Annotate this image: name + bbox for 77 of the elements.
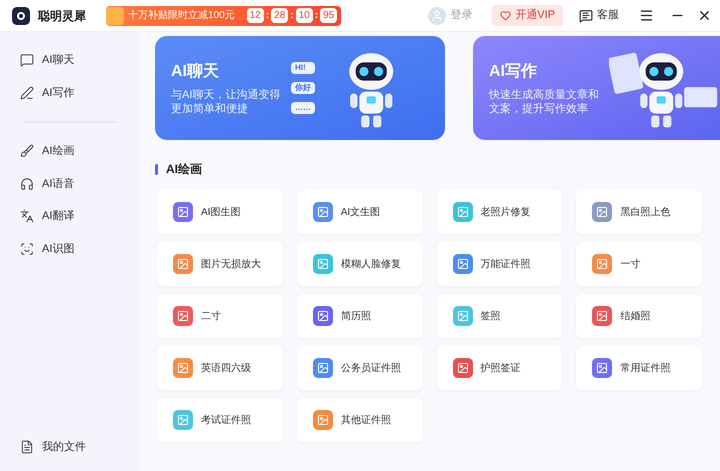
speech-bubble: 你好 <box>291 82 315 94</box>
banner-title: AI聊天 <box>171 62 220 82</box>
tool-label: 简历照 <box>340 310 371 324</box>
countdown-digit: 10 <box>296 8 313 23</box>
tool-card[interactable]: 其他证件照 <box>296 398 422 442</box>
tool-label: 万能证件照 <box>480 258 530 272</box>
sidebar-item[interactable]: AI翻译 <box>42 208 74 224</box>
countdown-separator: : <box>314 9 318 23</box>
banner-title: AI写作 <box>489 62 538 82</box>
face-scan-icon <box>20 242 34 256</box>
tool-card[interactable]: AI文生图 <box>296 190 422 234</box>
chat-bubble-icon[interactable] <box>579 8 593 22</box>
heart-icon <box>500 10 512 21</box>
speech-bubble: HI! <box>291 62 315 74</box>
tool-card[interactable]: 图片无损放大 <box>157 242 283 286</box>
tool-card[interactable]: 公务员证件照 <box>296 346 422 390</box>
sidebar-item[interactable]: AI识图 <box>42 240 74 257</box>
tool-label: 黑白照上色 <box>620 206 670 220</box>
countdown-separator: : <box>290 9 294 23</box>
close-icon[interactable] <box>697 8 712 23</box>
tool-card[interactable]: 常用证件照 <box>576 346 702 390</box>
headphones-icon <box>20 176 34 191</box>
tool-card[interactable]: 英语四六级 <box>157 346 283 390</box>
sidebar-item[interactable]: AI绘画 <box>42 143 74 160</box>
banner-description: 与AI聊天，让沟通变得更加简单和便捷 <box>171 88 282 116</box>
tool-label: 图片无损放大 <box>201 258 261 272</box>
feature-banner[interactable]: AI聊天 与AI聊天，让沟通变得更加简单和便捷 HI! 你好 …… <box>155 36 445 140</box>
tool-card[interactable]: 结婚照 <box>576 294 702 338</box>
tool-card[interactable]: 老照片修复 <box>436 190 562 234</box>
tool-label: AI文生图 <box>340 206 380 220</box>
countdown-digit: 12 <box>246 8 264 23</box>
tool-card[interactable]: 签照 <box>436 294 562 338</box>
tool-label: 常用证件照 <box>620 362 670 376</box>
file-icon <box>20 440 34 454</box>
tool-card[interactable]: 一寸 <box>576 242 702 286</box>
countdown-digit: 28 <box>271 8 288 23</box>
sidebar-item[interactable]: AI聊天 <box>42 52 74 68</box>
avatar-icon <box>428 6 446 24</box>
tool-label: 考试证件照 <box>201 414 251 428</box>
sidebar-item[interactable]: AI写作 <box>42 84 74 101</box>
tool-label: 英语四六级 <box>201 362 251 376</box>
tool-label: 签照 <box>480 310 500 324</box>
tool-label: 二寸 <box>201 310 221 324</box>
tool-card[interactable]: 简历照 <box>296 294 422 338</box>
brush-icon <box>20 144 34 158</box>
section-title: AI绘画 <box>166 161 202 178</box>
sidebar-item[interactable]: AI语音 <box>42 176 74 192</box>
tool-label: AI图生图 <box>201 206 240 220</box>
service-link[interactable]: 客服 <box>597 7 619 24</box>
tool-card[interactable]: AI图生图 <box>157 190 283 234</box>
speech-bubble: …… <box>291 102 315 114</box>
menu-icon[interactable] <box>639 8 654 23</box>
tool-card[interactable]: 万能证件照 <box>436 242 562 286</box>
app-name: 聪明灵犀 <box>38 8 86 24</box>
tool-label: 老照片修复 <box>480 206 530 220</box>
tool-card[interactable]: 护照签证 <box>436 346 562 390</box>
app-logo-icon <box>12 6 30 24</box>
tool-label: 公务员证件照 <box>340 362 401 376</box>
promo-text: 十万补贴限时立减100元 <box>128 8 235 23</box>
pen-icon <box>20 86 34 100</box>
chat-bubble-icon <box>20 53 34 68</box>
tool-label: 结婚照 <box>620 310 650 324</box>
countdown-separator: : <box>266 9 270 23</box>
tool-label: 护照签证 <box>480 362 520 376</box>
tool-card[interactable]: 二寸 <box>157 294 283 338</box>
promo-banner[interactable]: 十万补贴限时立减100元 12 : 28 : 10 : 95 <box>106 6 342 26</box>
tool-label: 一寸 <box>620 258 640 272</box>
tool-card[interactable]: 黑白照上色 <box>576 190 702 234</box>
sidebar-item[interactable]: 我的文件 <box>42 438 86 455</box>
tool-card[interactable]: 考试证件照 <box>157 398 283 442</box>
banner-description: 快速生成高质量文章和文案，提升写作效率 <box>489 88 600 116</box>
tool-label: 模糊人脸修复 <box>340 258 401 272</box>
tool-card[interactable]: 模糊人脸修复 <box>296 242 422 286</box>
vip-button[interactable]: 开通VIP <box>492 5 563 26</box>
tool-label: 其他证件照 <box>340 414 391 428</box>
countdown-digit: 95 <box>320 8 338 23</box>
translate-icon <box>20 209 34 224</box>
